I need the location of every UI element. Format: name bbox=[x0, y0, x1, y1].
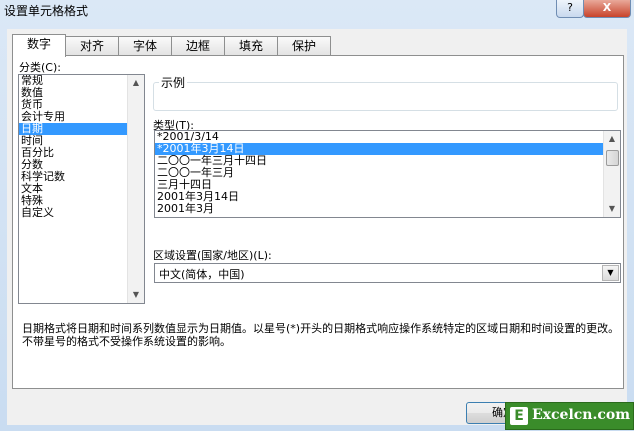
locale-dropdown[interactable]: 中文(简体，中国) ▼ bbox=[154, 263, 621, 283]
type-list-item[interactable]: 2001年3月14日 bbox=[155, 191, 620, 203]
type-scrollbar[interactable]: ▲ ▼ bbox=[603, 131, 620, 217]
sample-group: 示例 bbox=[153, 74, 618, 116]
tab-border[interactable]: 边框 bbox=[171, 36, 225, 55]
title-bar[interactable]: 设置单元格格式 ? X bbox=[0, 0, 634, 20]
format-cells-dialog: 设置单元格格式 ? X 数字 对齐 字体 边框 填充 保护 分类(C): 常规数… bbox=[0, 0, 634, 431]
format-description: 日期格式将日期和时间系列数值显示为日期值。以星号(*)开头的日期格式响应操作系统… bbox=[22, 322, 620, 348]
scroll-down-icon[interactable]: ▼ bbox=[604, 201, 620, 217]
help-button[interactable]: ? bbox=[556, 0, 584, 18]
dialog-body: 数字 对齐 字体 边框 填充 保护 分类(C): 常规 数值 货币 会计专用 日期 时间百… bbox=[7, 29, 627, 425]
tab-alignment[interactable]: 对齐 bbox=[65, 36, 119, 55]
site-watermark: E Excelcn.com bbox=[505, 402, 634, 430]
category-label: 分类(C): bbox=[19, 61, 61, 74]
watermark-text: Excelcn.com bbox=[532, 407, 631, 423]
tab-fill[interactable]: 填充 bbox=[224, 36, 278, 55]
type-list-item[interactable]: 2001年3月 bbox=[155, 203, 620, 215]
scroll-down-icon[interactable]: ▼ bbox=[128, 287, 144, 303]
tab-font[interactable]: 字体 bbox=[118, 36, 172, 55]
category-list[interactable]: 常规 数值 货币 会计专用 日期 时间 百分比 分数 科学记数 文本 特殊 自定义 ▲ ▼ bbox=[18, 74, 145, 304]
sample-box bbox=[153, 82, 618, 111]
locale-label: 区域设置(国家/地区)(L): bbox=[153, 249, 272, 262]
type-list[interactable]: *2001/3/14 *2001年3月14日 二〇〇一年三月十四日 二〇〇一年三月 三月… bbox=[154, 130, 621, 218]
tab-panel-number: 分类(C): 常规 数值 货币 会计专用 日期 时间 百分比 分数 科学记数 文本 特殊 自定义 ▲ … bbox=[12, 55, 624, 389]
scroll-up-icon[interactable]: ▲ bbox=[128, 75, 144, 91]
category-list-item[interactable]: 自定义 bbox=[19, 207, 144, 219]
tab-protection[interactable]: 保护 bbox=[277, 36, 331, 55]
tab-number[interactable]: 数字 bbox=[12, 34, 66, 57]
scroll-thumb[interactable] bbox=[606, 150, 619, 166]
close-button[interactable]: X bbox=[583, 0, 631, 18]
type-list-item[interactable]: 二〇〇一年三月 bbox=[155, 167, 620, 179]
scroll-up-icon[interactable]: ▲ bbox=[604, 131, 620, 147]
chevron-down-icon[interactable]: ▼ bbox=[602, 265, 619, 281]
watermark-logo: E bbox=[510, 407, 528, 425]
locale-value: 中文(简体，中国) bbox=[159, 268, 245, 281]
category-scrollbar[interactable]: ▲ ▼ bbox=[127, 75, 144, 303]
dialog-title: 设置单元格格式 bbox=[4, 4, 89, 18]
sample-label: 示例 bbox=[159, 74, 188, 91]
